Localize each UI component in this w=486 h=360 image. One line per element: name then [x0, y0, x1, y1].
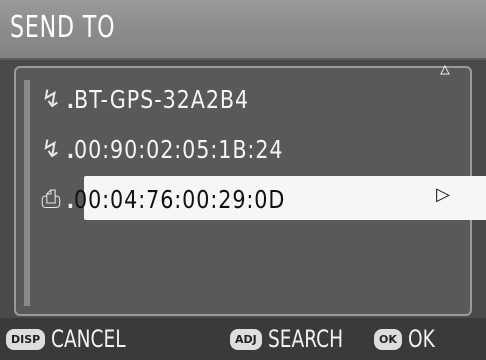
bluetooth-icon: ↯: [40, 135, 62, 163]
search-label: SEARCH: [267, 325, 343, 353]
ok-key-icon: OK: [374, 328, 402, 350]
title-bar: SEND TO: [0, 0, 486, 60]
cancel-label: CANCEL: [51, 325, 126, 353]
ok-label: OK: [407, 325, 435, 353]
play-arrow-icon[interactable]: ▷: [436, 184, 450, 205]
scroll-up-icon[interactable]: △: [434, 61, 456, 77]
cancel-button[interactable]: DISP CANCEL: [6, 325, 138, 353]
device-list[interactable]: △ ↯ . BT-GPS-32A2B4 ↯ . 00:90:02:05:1B:2…: [14, 61, 486, 316]
printer-icon: ⎙: [41, 185, 61, 213]
device-row-selected[interactable]: ⎙ . 00:04:76:00:29:0D ▷: [40, 176, 486, 222]
disp-key-icon: DISP: [6, 328, 46, 350]
device-prefix: .: [62, 132, 79, 165]
page-title: SEND TO: [10, 10, 116, 45]
scroll-rail: [24, 80, 30, 306]
device-prefix: .: [62, 182, 79, 215]
search-button[interactable]: ADJ SEARCH: [230, 325, 355, 353]
device-address: 00:90:02:05:1B:24: [74, 134, 284, 164]
device-address: 00:04:76:00:29:0D: [74, 184, 286, 214]
device-address: BT-GPS-32A2B4: [74, 84, 250, 114]
ok-button[interactable]: OK OK: [374, 325, 439, 353]
adj-key-icon: ADJ: [230, 328, 262, 350]
device-prefix: .: [62, 82, 79, 115]
bottom-bar: DISP CANCEL ADJ SEARCH OK OK: [0, 318, 486, 360]
device-row[interactable]: ↯ . 00:90:02:05:1B:24: [40, 126, 464, 172]
device-row[interactable]: ↯ . BT-GPS-32A2B4: [40, 76, 464, 122]
bluetooth-icon: ↯: [40, 85, 62, 113]
